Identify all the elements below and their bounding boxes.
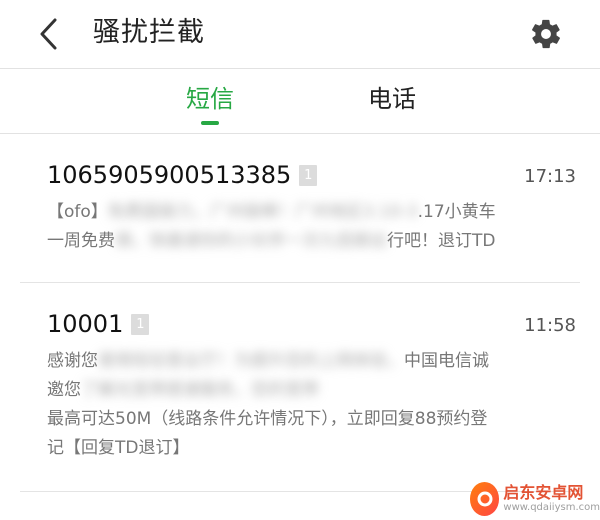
message-time: 17:13 bbox=[524, 166, 576, 187]
gear-icon bbox=[532, 19, 560, 49]
message-time: 11:58 bbox=[524, 315, 576, 336]
chevron-left-icon bbox=[40, 18, 57, 50]
message-sender: 10001 1 bbox=[47, 307, 150, 341]
settings-button[interactable] bbox=[526, 14, 566, 54]
tab-sms[interactable]: 短信 bbox=[186, 81, 234, 117]
watermark-logo-icon bbox=[470, 482, 500, 516]
page-title: 骚扰拦截 bbox=[93, 17, 205, 48]
tab-bar: 短信 电话 bbox=[0, 69, 600, 134]
sim-card-icon: 1 bbox=[131, 313, 150, 335]
redacted-text: 使用短信营业厅！为提升您的上网体验， bbox=[98, 351, 404, 371]
redacted-text: 了解光宽带提速服务，您的宽带 bbox=[81, 380, 319, 400]
message-preview: 感谢您使用短信营业厅！为提升您的上网体验，中国电信诚 邀您了解光宽带提速服务，您… bbox=[47, 351, 489, 458]
list-item[interactable]: 1065905900513385 1 17:13 【ofo】免费国接力，广州接棒… bbox=[20, 134, 580, 283]
site-watermark: 启东安卓网 www.qdaiiysm.com bbox=[470, 478, 600, 520]
redacted-text: 骑，快邀请你的小伙伴一次九低碳出 bbox=[115, 231, 387, 251]
back-button[interactable] bbox=[30, 14, 66, 54]
message-sender: 1065905900513385 1 bbox=[47, 158, 318, 192]
list-item[interactable]: 10001 1 11:58 感谢您使用短信营业厅！为提升您的上网体验，中国电信诚… bbox=[20, 283, 580, 492]
top-bar: 骚扰拦截 bbox=[0, 0, 600, 69]
tab-calls[interactable]: 电话 bbox=[368, 81, 416, 117]
message-preview: 【ofo】免费国接力，广州接棒！广州地区3.10-3.17小黄车 一周免费骑，快… bbox=[47, 202, 496, 251]
redacted-text: 免费国接力，广州接棒！广州地区3.10-3 bbox=[107, 202, 418, 222]
sim-card-icon: 1 bbox=[299, 164, 318, 186]
active-tab-indicator bbox=[201, 121, 219, 125]
